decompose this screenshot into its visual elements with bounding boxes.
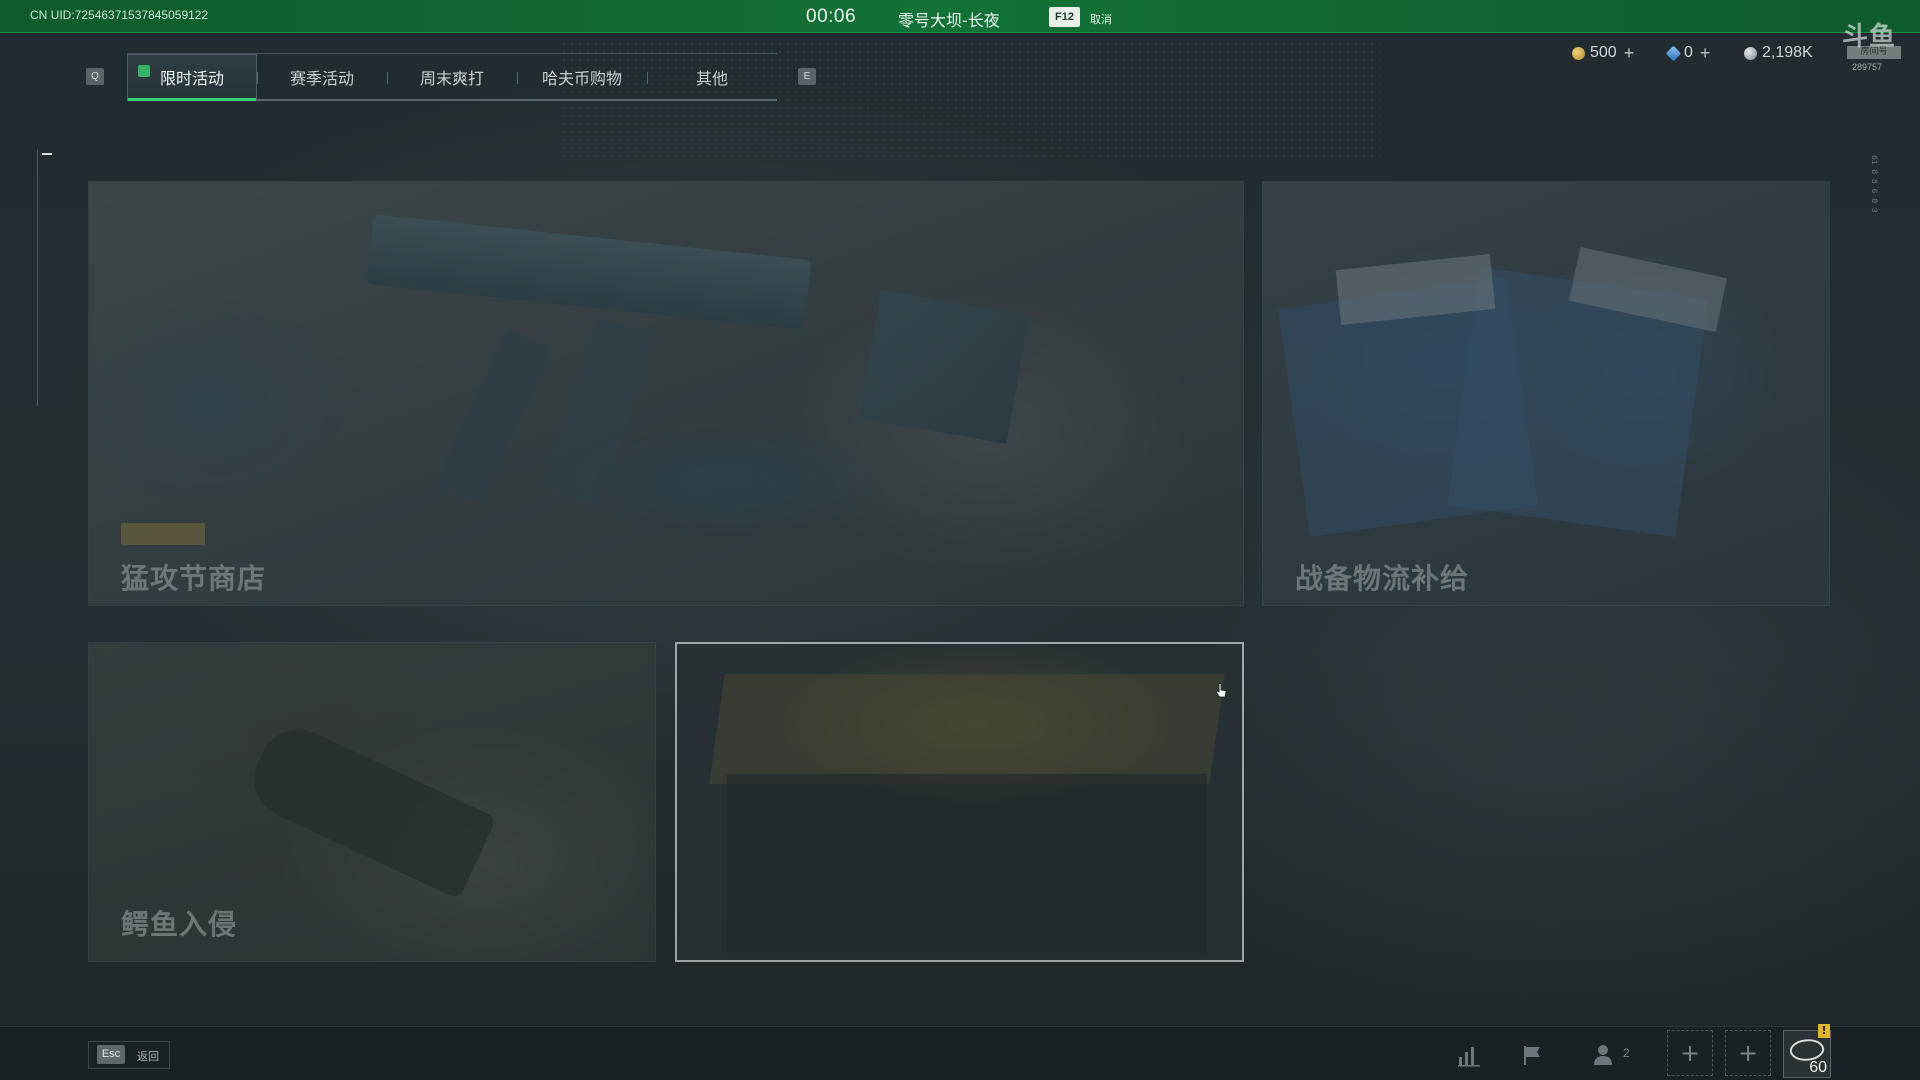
tab-season-events[interactable]: 赛季活动 [257, 54, 387, 99]
tab-weekend[interactable]: 周末爽打 [387, 54, 517, 99]
tab-label: 周末爽打 [419, 68, 484, 88]
match-timer: 00:06 [806, 6, 857, 27]
cancel-label[interactable]: 取消 [1090, 11, 1112, 27]
event-card-crate[interactable] [675, 642, 1244, 962]
tab-limited-events[interactable]: 限时活动 [127, 54, 257, 101]
flag-icon[interactable] [1518, 1040, 1548, 1070]
plus-icon: + [1679, 1039, 1701, 1067]
card-title: 猛攻节商店 [121, 562, 267, 595]
havoc-coin-value: 2,198K [1762, 44, 1813, 61]
add-tickets-icon[interactable]: + [1700, 43, 1711, 64]
alert-badge: ! [1818, 1024, 1830, 1038]
back-label[interactable]: 返回 [137, 1048, 159, 1064]
coin-icon [1572, 46, 1585, 60]
bottom-bar [0, 1026, 1920, 1080]
recording-status-bar: CN UID:7254637153784505912​2 00:06 零号大坝-… [0, 0, 1920, 33]
ticket-value: 0 [1684, 44, 1693, 61]
add-teammate-slot[interactable]: + [1725, 1030, 1771, 1076]
esc-key-hint[interactable]: Esc [97, 1045, 125, 1064]
side-code-text: 61 8 8 6 0 3 [1869, 155, 1878, 213]
next-tab-key-hint[interactable]: E [798, 68, 816, 85]
prev-tab-key-hint[interactable]: Q [86, 68, 104, 85]
tab-label: 限时活动 [159, 69, 224, 88]
room-label: 房间号 [1847, 46, 1901, 59]
hand-cursor-icon [1215, 683, 1227, 698]
map-name: 零号大坝-长夜 [898, 11, 1000, 30]
player-uid: CN UID:7254637153784505912​2 [30, 8, 209, 22]
currency-havoc-coins[interactable]: 2,198K [1744, 43, 1813, 63]
tab-havoc-shopping[interactable]: 哈夫币购物 [517, 54, 647, 99]
tab-label: 其他 [695, 68, 728, 88]
havoc-coin-icon [1744, 46, 1757, 60]
page-indicator [42, 153, 52, 155]
team-count: 2 [1623, 1046, 1630, 1060]
team-icon[interactable] [1590, 1040, 1620, 1070]
player-level: 60 [1809, 1059, 1827, 1076]
room-id: 289757 [1852, 62, 1883, 72]
currency-tickets[interactable]: 0 + [1665, 43, 1711, 64]
f12-key-hint[interactable]: F12 [1049, 7, 1080, 27]
stats-chart-icon[interactable] [1455, 1040, 1485, 1070]
tab-label: 赛季活动 [289, 68, 354, 88]
tab-label: 哈夫币购物 [541, 68, 622, 88]
new-flag-icon [138, 65, 150, 77]
side-divider [37, 150, 38, 406]
event-card-supply[interactable]: 战备物流补给 [1262, 181, 1830, 606]
activity-tabs: 限时活动 赛季活动 周末爽打 哈夫币购物 其他 [127, 53, 777, 101]
card-title: 战备物流补给 [1295, 562, 1470, 595]
add-teammate-slot[interactable]: + [1667, 1030, 1713, 1076]
coin-value: 500 [1590, 44, 1617, 61]
plus-icon: + [1737, 1039, 1759, 1067]
add-coins-icon[interactable]: + [1624, 43, 1635, 64]
card-badge [121, 523, 205, 545]
ticket-icon [1665, 45, 1682, 61]
currency-coins[interactable]: 500 + [1572, 43, 1634, 63]
event-card-crocodile[interactable]: 鳄鱼入侵 [88, 642, 656, 962]
tab-other[interactable]: 其他 [647, 54, 777, 99]
event-card-assault-shop[interactable]: 猛攻节商店 [88, 181, 1244, 606]
card-title: 鳄鱼入侵 [121, 908, 238, 941]
